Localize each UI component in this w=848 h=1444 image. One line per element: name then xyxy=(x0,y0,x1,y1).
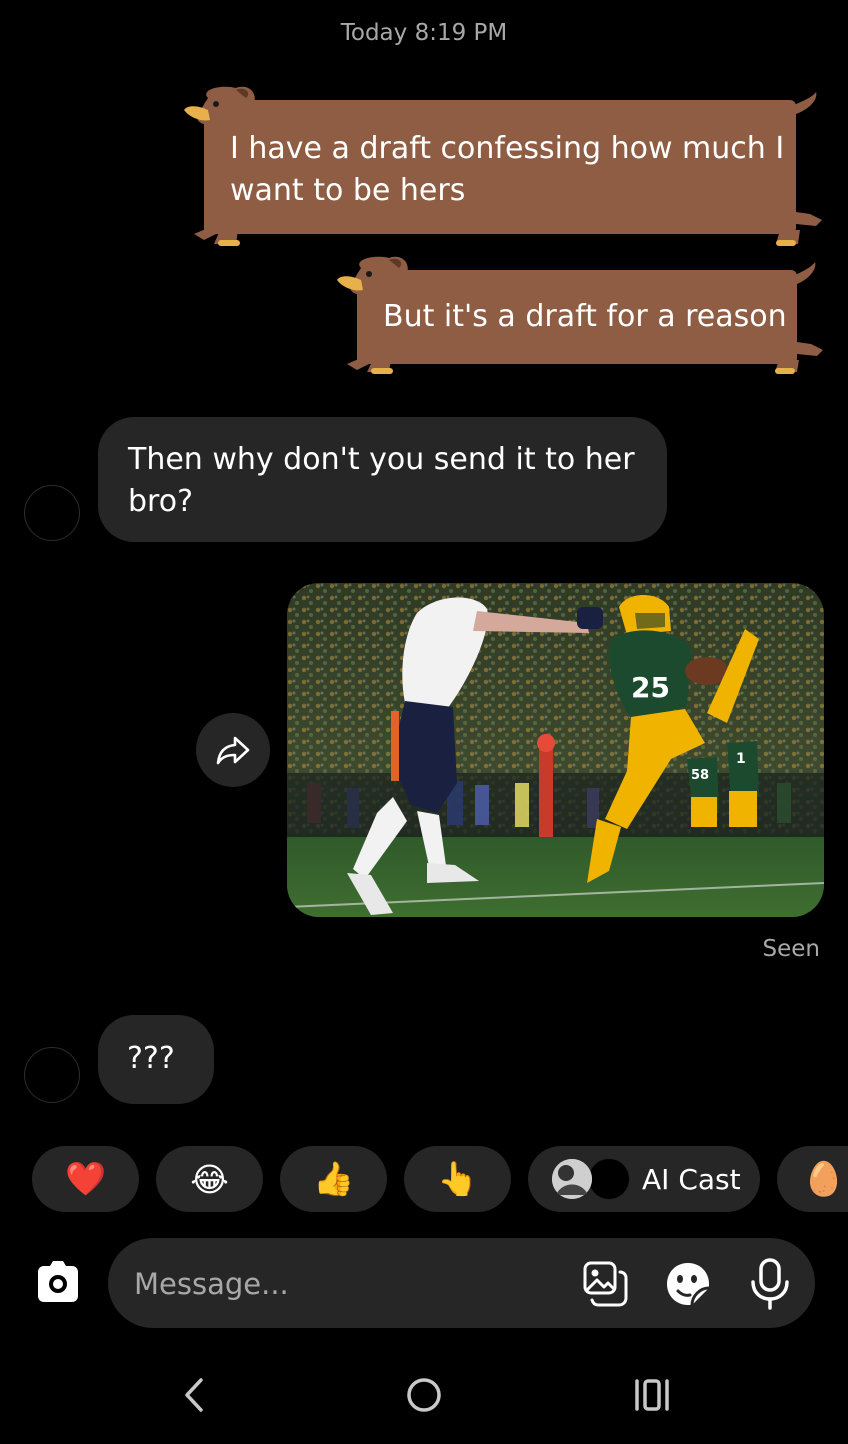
avatar[interactable] xyxy=(24,485,80,541)
message-composer[interactable] xyxy=(108,1238,815,1330)
egg-icon: 🥚 xyxy=(803,1159,845,1198)
message-text: But it's a draft for a reason xyxy=(383,299,787,334)
reaction-point-button[interactable]: 👆 xyxy=(404,1146,511,1212)
football-photo: 25 58 1 xyxy=(287,583,824,917)
microphone-button[interactable] xyxy=(748,1258,792,1310)
share-arrow-icon xyxy=(216,736,250,765)
ai-cast-avatar xyxy=(588,1158,630,1200)
received-message-bubble[interactable]: ??? xyxy=(98,1015,214,1104)
thumbs-up-icon: 👍 xyxy=(312,1159,355,1198)
laughing-emoji-icon: 😂 xyxy=(190,1159,229,1199)
svg-text:58: 58 xyxy=(691,768,709,783)
sent-message-bubble[interactable]: I have a draft confessing how much I wan… xyxy=(180,84,825,249)
sent-message-bubble[interactable]: But it's a draft for a reason xyxy=(333,254,825,376)
received-message-bubble[interactable]: Then why don't you send it to her bro? xyxy=(98,417,667,542)
message-text: Then why don't you send it to her bro? xyxy=(128,442,635,519)
microphone-icon xyxy=(751,1258,789,1310)
reaction-egg-button[interactable]: 🥚 xyxy=(777,1146,848,1212)
recents-icon xyxy=(635,1379,669,1411)
recents-button[interactable] xyxy=(622,1372,682,1418)
back-button[interactable] xyxy=(164,1372,224,1418)
message-text: I have a draft confessing how much I wan… xyxy=(230,131,785,208)
sticker-icon xyxy=(667,1263,710,1306)
ai-cast-button[interactable]: AI Cast xyxy=(528,1146,760,1212)
reaction-heart-button[interactable]: ❤️ xyxy=(32,1146,139,1212)
camera-icon xyxy=(38,1261,78,1302)
gallery-button[interactable] xyxy=(582,1260,630,1308)
pointing-hand-icon: 👆 xyxy=(436,1159,479,1198)
message-input[interactable] xyxy=(132,1238,556,1330)
timestamp: Today 8:19 PM xyxy=(340,20,508,46)
reaction-laugh-button[interactable]: 😂 xyxy=(156,1146,263,1212)
svg-text:25: 25 xyxy=(631,671,670,704)
share-button[interactable] xyxy=(196,713,270,787)
ai-cast-avatar xyxy=(552,1159,592,1199)
home-icon xyxy=(407,1378,441,1412)
photo-message[interactable]: 25 58 1 xyxy=(287,583,824,917)
back-icon xyxy=(185,1378,203,1412)
reaction-thumbs-up-button[interactable]: 👍 xyxy=(280,1146,387,1212)
seen-status: Seen xyxy=(762,936,820,962)
sticker-button[interactable] xyxy=(664,1260,712,1308)
ai-cast-label: AI Cast xyxy=(642,1162,741,1196)
message-text: ??? xyxy=(127,1041,175,1076)
svg-text:1: 1 xyxy=(736,751,746,767)
home-button[interactable] xyxy=(394,1372,454,1418)
heart-icon: ❤️ xyxy=(64,1159,107,1198)
camera-button[interactable] xyxy=(34,1260,82,1304)
avatar[interactable] xyxy=(24,1047,80,1103)
gallery-icon xyxy=(583,1261,628,1307)
